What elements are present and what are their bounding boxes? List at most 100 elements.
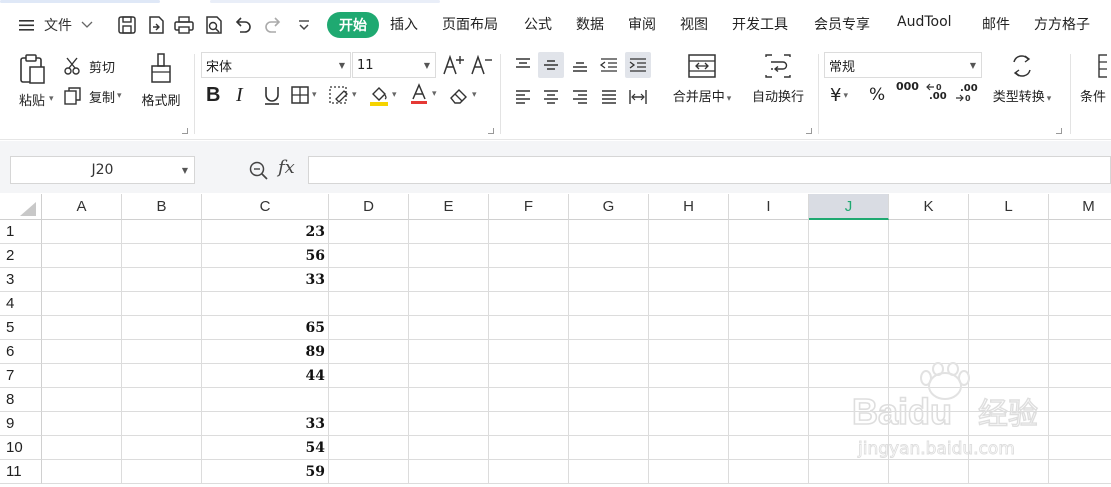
cell-d1[interactable] (329, 220, 409, 244)
cell-l2[interactable] (969, 244, 1049, 268)
column-header-b[interactable]: B (122, 194, 202, 220)
cell-j11[interactable] (809, 460, 889, 484)
cell-f5[interactable] (489, 316, 569, 340)
justify-button[interactable] (596, 86, 622, 108)
cell-c10[interactable]: 54 (202, 436, 329, 460)
cell-e7[interactable] (409, 364, 489, 388)
print-preview-icon[interactable] (203, 14, 225, 36)
cell-i5[interactable] (729, 316, 809, 340)
cell-j9[interactable] (809, 412, 889, 436)
clipboard-dialog-launcher[interactable] (182, 128, 188, 134)
cell-l5[interactable] (969, 316, 1049, 340)
bold-button[interactable]: B (206, 84, 220, 107)
align-top-button[interactable] (510, 52, 536, 78)
cell-g5[interactable] (569, 316, 649, 340)
cell-a3[interactable] (42, 268, 122, 292)
cell-h3[interactable] (649, 268, 729, 292)
tab-member[interactable]: 会员专享 (814, 14, 870, 34)
merge-center-button[interactable]: 合并居中 ▾ (664, 52, 740, 112)
cell-l1[interactable] (969, 220, 1049, 244)
cell-c5[interactable]: 65 (202, 316, 329, 340)
borders-button[interactable]: ▾ (290, 85, 317, 105)
cell-i2[interactable] (729, 244, 809, 268)
cell-b5[interactable] (122, 316, 202, 340)
format-painter-button[interactable]: 格式刷 (138, 52, 184, 112)
align-right-button[interactable] (567, 86, 593, 108)
zoom-search-icon[interactable] (248, 160, 270, 182)
column-header-c[interactable]: C (202, 194, 329, 220)
cell-e8[interactable] (409, 388, 489, 412)
cell-h2[interactable] (649, 244, 729, 268)
tab-page-layout[interactable]: 页面布局 (442, 14, 498, 34)
percent-format-button[interactable]: % (869, 85, 885, 105)
distributed-align-button[interactable] (625, 86, 651, 108)
paste-button[interactable]: 粘贴 (12, 52, 52, 134)
cell-c11[interactable]: 59 (202, 460, 329, 484)
tab-fangfang[interactable]: 方方格子 (1034, 14, 1090, 34)
cell-d6[interactable] (329, 340, 409, 364)
cell-k7[interactable] (889, 364, 969, 388)
cell-f6[interactable] (489, 340, 569, 364)
cell-f2[interactable] (489, 244, 569, 268)
cell-m7[interactable] (1049, 364, 1111, 388)
column-header-i[interactable]: I (729, 194, 809, 220)
cell-b7[interactable] (122, 364, 202, 388)
cell-l6[interactable] (969, 340, 1049, 364)
cell-b4[interactable] (122, 292, 202, 316)
cell-c3[interactable]: 33 (202, 268, 329, 292)
cell-e9[interactable] (409, 412, 489, 436)
tab-review[interactable]: 审阅 (628, 14, 656, 34)
currency-format-button[interactable]: ¥ ▾ (830, 85, 848, 106)
alignment-dialog-launcher[interactable] (806, 128, 812, 134)
cell-m10[interactable] (1049, 436, 1111, 460)
cell-c2[interactable]: 56 (202, 244, 329, 268)
align-left-button[interactable] (510, 86, 536, 108)
cell-h5[interactable] (649, 316, 729, 340)
cell-i9[interactable] (729, 412, 809, 436)
row-header[interactable]: 10 (0, 436, 42, 460)
cell-g6[interactable] (569, 340, 649, 364)
cell-b10[interactable] (122, 436, 202, 460)
clear-format-button[interactable]: ▾ (448, 85, 477, 105)
cell-f3[interactable] (489, 268, 569, 292)
cell-g9[interactable] (569, 412, 649, 436)
cell-a11[interactable] (42, 460, 122, 484)
cell-c7[interactable]: 44 (202, 364, 329, 388)
font-color-button[interactable]: ▾ (408, 83, 437, 105)
cell-a5[interactable] (42, 316, 122, 340)
row-header[interactable]: 2 (0, 244, 42, 268)
cell-m8[interactable] (1049, 388, 1111, 412)
cell-i1[interactable] (729, 220, 809, 244)
tab-audtool[interactable]: AudTool (897, 14, 952, 30)
cell-l9[interactable] (969, 412, 1049, 436)
row-header[interactable]: 1 (0, 220, 42, 244)
row-header[interactable]: 6 (0, 340, 42, 364)
cell-b9[interactable] (122, 412, 202, 436)
name-box[interactable]: J20 ▼ (10, 156, 195, 184)
decrease-indent-button[interactable] (596, 52, 622, 78)
tab-view[interactable]: 视图 (680, 14, 708, 34)
cell-d11[interactable] (329, 460, 409, 484)
row-header[interactable]: 4 (0, 292, 42, 316)
cell-a2[interactable] (42, 244, 122, 268)
cell-d7[interactable] (329, 364, 409, 388)
cell-c8[interactable] (202, 388, 329, 412)
number-format-select[interactable]: 常规 ▼ (824, 52, 982, 78)
cell-m2[interactable] (1049, 244, 1111, 268)
save-icon[interactable] (116, 14, 138, 36)
row-header[interactable]: 5 (0, 316, 42, 340)
align-bottom-button[interactable] (567, 52, 593, 78)
cell-i11[interactable] (729, 460, 809, 484)
cell-e3[interactable] (409, 268, 489, 292)
cell-m9[interactable] (1049, 412, 1111, 436)
cell-i8[interactable] (729, 388, 809, 412)
cell-k9[interactable] (889, 412, 969, 436)
cell-j3[interactable] (809, 268, 889, 292)
number-dialog-launcher[interactable] (1056, 128, 1062, 134)
print-icon[interactable] (173, 14, 195, 36)
cell-j6[interactable] (809, 340, 889, 364)
cell-e5[interactable] (409, 316, 489, 340)
cell-f1[interactable] (489, 220, 569, 244)
cell-c4[interactable] (202, 292, 329, 316)
cell-e6[interactable] (409, 340, 489, 364)
